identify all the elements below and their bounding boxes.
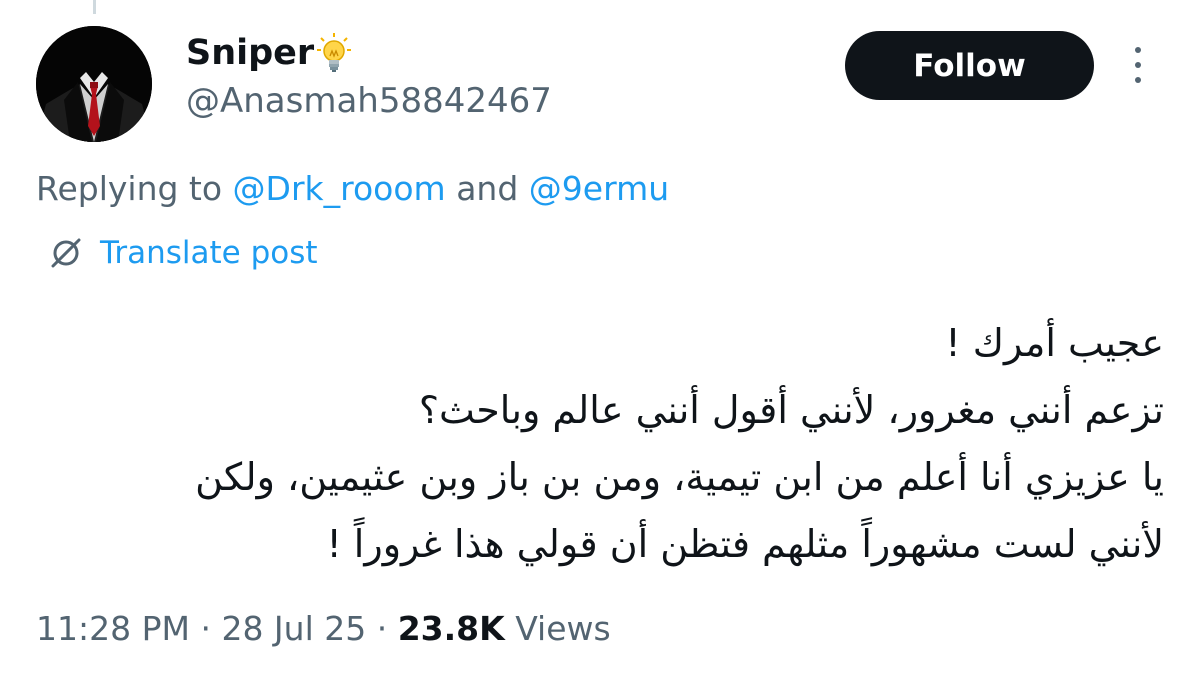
views-count[interactable]: 23.8K — [398, 609, 505, 648]
translate-post-button[interactable]: Translate post — [48, 230, 318, 276]
mention-link-2[interactable]: @9ermu — [529, 169, 669, 208]
meta-separator: · — [366, 609, 398, 648]
avatar-image — [36, 26, 152, 142]
translate-label[interactable]: Translate post — [100, 230, 318, 276]
globe-slash-icon — [51, 238, 81, 268]
avatar[interactable] — [36, 26, 152, 142]
light-bulb-icon — [317, 33, 352, 72]
views-label[interactable]: Views — [505, 609, 611, 648]
replying-prefix: Replying to — [36, 169, 233, 208]
more-vertical-icon[interactable] — [1128, 45, 1148, 85]
display-name-row[interactable]: Sniper — [186, 30, 352, 76]
tweet-line: يا عزيزي أنا أعلم من ابن تيمية، ومن بن ب… — [195, 455, 1164, 499]
more-dot — [1135, 47, 1141, 53]
tweet-line: لأنني لست مشهوراً مثلهم فتظن أن قولي هذا… — [326, 522, 1164, 566]
replying-to: Replying to @Drk_rooom and @9ermu — [36, 166, 669, 212]
display-name[interactable]: Sniper — [186, 30, 314, 76]
follow-button[interactable]: Follow — [845, 31, 1094, 100]
tweet-line: عجيب أمرك ! — [945, 321, 1164, 365]
tweet-line: تزعم أنني مغرور، لأنني أقول أنني عالم وب… — [418, 388, 1164, 432]
user-handle[interactable]: @Anasmah58842467 — [186, 78, 552, 124]
thread-connector-line — [93, 0, 96, 14]
tweet-metadata: 11:28 PM · 28 Jul 25 · 23.8K Views — [36, 606, 611, 652]
more-dot — [1135, 77, 1141, 83]
meta-separator: · — [189, 609, 222, 648]
tweet-time[interactable]: 11:28 PM — [36, 609, 190, 648]
more-dot — [1135, 62, 1141, 68]
tweet-text: عجيب أمرك ! تزعم أنني مغرور، لأنني أقول … — [34, 310, 1164, 578]
mention-link-1[interactable]: @Drk_rooom — [233, 169, 446, 208]
tweet-date[interactable]: 28 Jul 25 — [221, 609, 366, 648]
replying-conjunction: and — [445, 169, 529, 208]
